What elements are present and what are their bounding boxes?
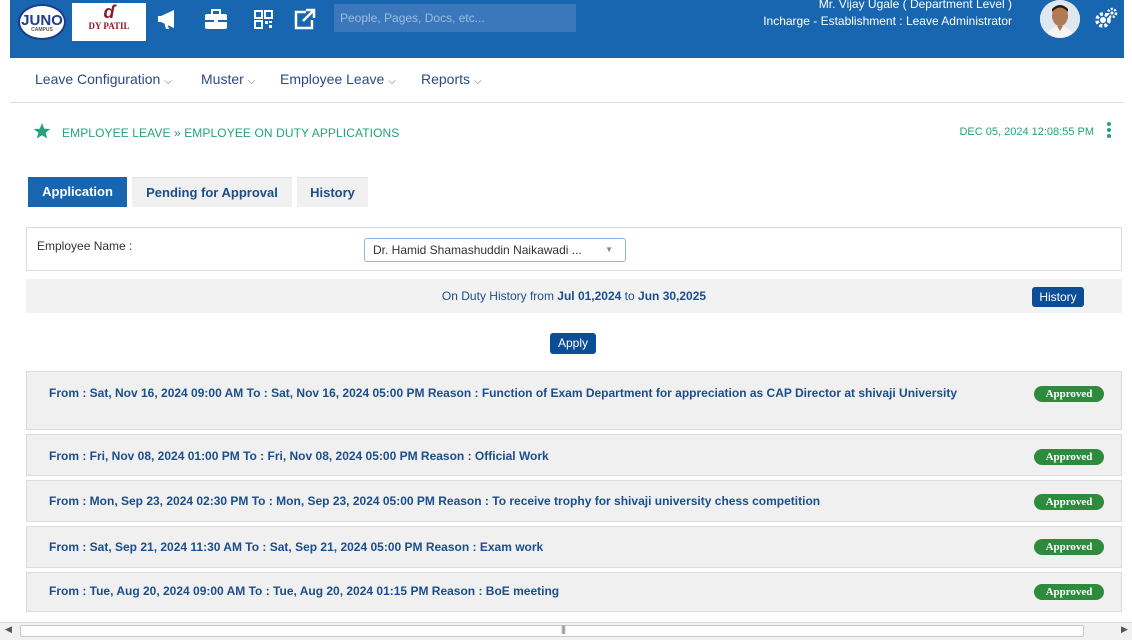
- history-from-date: Jul 01,2024: [557, 289, 622, 303]
- menu-employee-leave[interactable]: Employee Leave ⌵: [280, 71, 396, 87]
- tab-pending-for-approval[interactable]: Pending for Approval: [132, 177, 292, 207]
- application-details: From : Sat, Sep 21, 2024 11:30 AM To : S…: [49, 540, 544, 554]
- history-range-text: On Duty History from Jul 01,2024 to Jun …: [26, 289, 1122, 303]
- status-badge: Approved: [1034, 386, 1104, 402]
- application-details: From : Sat, Nov 16, 2024 09:00 AM To : S…: [49, 386, 958, 400]
- current-datetime: DEC 05, 2024 12:08:55 PM: [959, 126, 1094, 138]
- chevron-down-icon: ⌵: [474, 76, 482, 87]
- history-to-date: Jun 30,2025: [638, 289, 707, 303]
- menu-item-label: Muster: [201, 71, 244, 87]
- status-badge: Approved: [1034, 584, 1104, 600]
- search-input[interactable]: [334, 4, 576, 32]
- list-item[interactable]: From : Fri, Nov 08, 2024 01:00 PM To : F…: [26, 434, 1122, 476]
- chevron-down-icon: ⌵: [164, 76, 172, 87]
- user-role: Incharge - Establishment : Leave Adminis…: [763, 14, 1012, 28]
- application-details: From : Fri, Nov 08, 2024 01:00 PM To : F…: [49, 449, 549, 463]
- apply-button[interactable]: Apply: [550, 333, 596, 354]
- briefcase-icon[interactable]: [202, 4, 230, 34]
- application-details: From : Mon, Sep 23, 2024 02:30 PM To : M…: [49, 494, 821, 508]
- employee-name-select[interactable]: Dr. Hamid Shamashuddin Naikawadi ... ▼: [364, 238, 626, 262]
- application-details: From : Tue, Aug 20, 2024 09:00 AM To : T…: [49, 584, 560, 598]
- status-badge: Approved: [1034, 494, 1104, 510]
- scrollbar-thumb[interactable]: |||: [20, 624, 1084, 637]
- dy-patil-logo[interactable]: ɗ DY PATIL: [72, 3, 146, 41]
- dy-patil-logo-text: DY PATIL: [88, 21, 130, 31]
- breadcrumb: EMPLOYEE LEAVE » EMPLOYEE ON DUTY APPLIC…: [62, 126, 400, 140]
- status-badge: Approved: [1034, 449, 1104, 465]
- list-item[interactable]: From : Tue, Aug 20, 2024 09:00 AM To : T…: [26, 572, 1122, 612]
- scrollbar-grip-icon: |||: [561, 624, 566, 634]
- more-options-icon[interactable]: [1106, 122, 1112, 140]
- menu-item-label: Leave Configuration: [35, 71, 161, 87]
- menu-item-label: Employee Leave: [280, 71, 385, 87]
- menu-reports[interactable]: Reports ⌵: [421, 71, 482, 87]
- settings-gear-icon[interactable]: [1093, 6, 1119, 32]
- menu-item-label: Reports: [421, 71, 471, 87]
- juno-logo-subtext: CAMPUS: [31, 27, 53, 33]
- history-middle: to: [621, 289, 639, 303]
- employee-selected-value: Dr. Hamid Shamashuddin Naikawadi ...: [373, 243, 582, 257]
- chevron-down-icon: ⌵: [388, 76, 396, 87]
- scroll-right-arrow-icon[interactable]: ▶: [1121, 624, 1128, 635]
- main-menu-bar: Leave Configuration ⌵ Muster ⌵ Employee Le…: [10, 58, 1124, 103]
- employee-name-label: Employee Name :: [37, 239, 133, 253]
- list-item[interactable]: From : Sat, Nov 16, 2024 09:00 AM To : S…: [26, 371, 1122, 430]
- favorite-star-icon[interactable]: [33, 122, 51, 140]
- menu-leave-configuration[interactable]: Leave Configuration ⌵: [35, 71, 172, 87]
- horizontal-scrollbar[interactable]: ◀ ||| ▶: [0, 622, 1132, 640]
- history-button[interactable]: History: [1032, 287, 1084, 307]
- list-item[interactable]: From : Sat, Sep 21, 2024 11:30 AM To : S…: [26, 526, 1122, 568]
- tab-history[interactable]: History: [297, 177, 368, 207]
- juno-logo[interactable]: JUNO CAMPUS: [18, 4, 66, 40]
- menu-muster[interactable]: Muster ⌵: [201, 71, 255, 87]
- history-prefix: On Duty History from: [441, 289, 558, 303]
- avatar[interactable]: [1040, 0, 1080, 38]
- qr-code-icon[interactable]: [250, 4, 278, 34]
- external-link-icon[interactable]: [290, 4, 318, 34]
- employee-filter-panel: Employee Name : Dr. Hamid Shamashuddin N…: [26, 227, 1122, 271]
- chevron-down-icon: ⌵: [247, 76, 256, 87]
- user-name[interactable]: Mr. Vijay Ugale ( Department Level ): [819, 0, 1012, 11]
- top-bar: JUNO CAMPUS ɗ DY PATIL People, Pages, Do…: [10, 0, 1124, 58]
- list-item[interactable]: From : Mon, Sep 23, 2024 02:30 PM To : M…: [26, 480, 1122, 522]
- history-range-bar: On Duty History from Jul 01,2024 to Jun …: [26, 279, 1122, 313]
- status-badge: Approved: [1034, 539, 1104, 555]
- dy-patil-mark-icon: ɗ: [103, 2, 115, 22]
- dropdown-arrow-icon: ▼: [605, 245, 613, 254]
- tab-application[interactable]: Application: [28, 177, 127, 207]
- scroll-left-arrow-icon[interactable]: ◀: [5, 624, 12, 635]
- megaphone-icon[interactable]: [156, 4, 184, 34]
